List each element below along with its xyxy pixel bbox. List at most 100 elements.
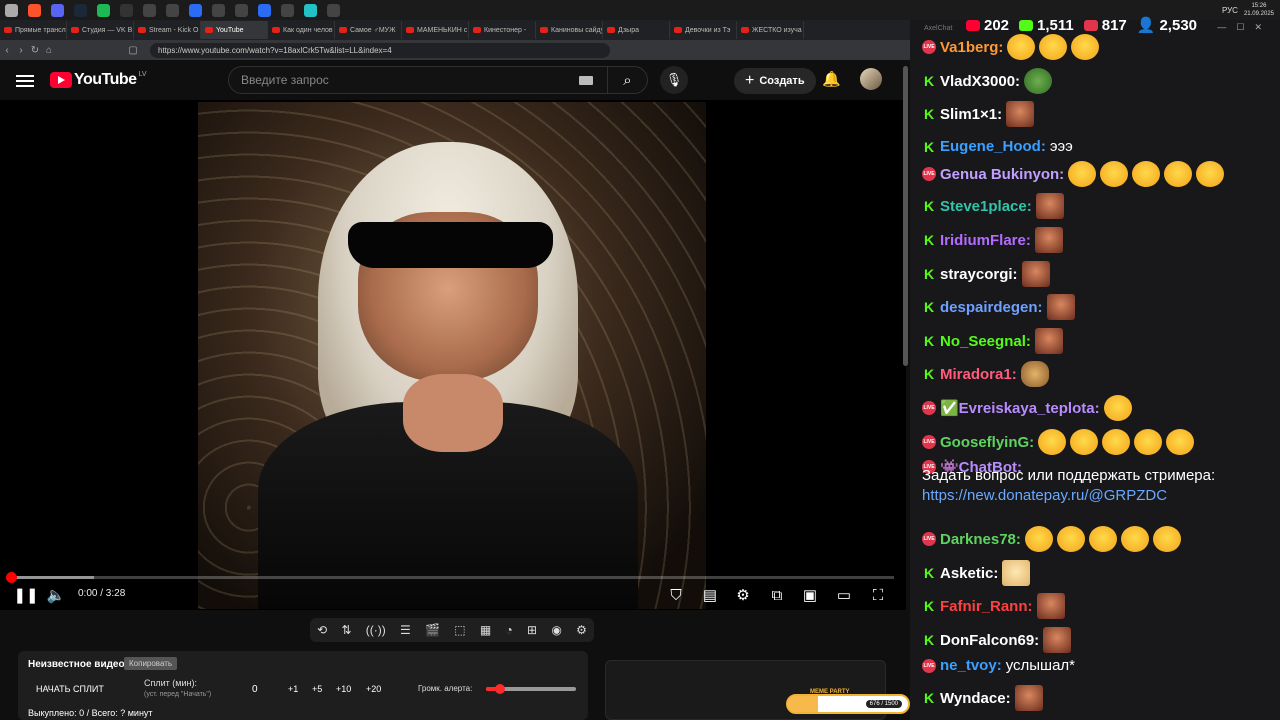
chat-username[interactable]: GooseflyinG:: [940, 434, 1034, 451]
app-icon[interactable]: [143, 3, 156, 17]
app-icon[interactable]: [166, 3, 179, 17]
discord-icon[interactable]: [51, 3, 64, 17]
chat-username[interactable]: Fafnir_Rann:: [940, 598, 1033, 615]
window-controls[interactable]: —☐✕: [1217, 22, 1272, 33]
subtitles-icon[interactable]: ▤: [700, 584, 720, 606]
chat-username[interactable]: Va1berg:: [940, 39, 1003, 56]
fullscreen-icon[interactable]: ⛶: [868, 584, 888, 606]
add-5-button[interactable]: +5: [312, 684, 322, 694]
playlist-icon[interactable]: ☰: [400, 623, 411, 637]
chat-username[interactable]: VladX3000:: [940, 73, 1020, 90]
tray-lang[interactable]: РУС: [1222, 6, 1238, 15]
donation-link[interactable]: https://new.donatepay.ru/@GRPZDC: [922, 487, 1167, 504]
create-button[interactable]: + Создать: [734, 68, 816, 94]
chat-username[interactable]: DonFalcon69:: [940, 632, 1039, 649]
clapper-icon[interactable]: 🎬: [425, 623, 440, 637]
back-icon[interactable]: ‹: [0, 45, 14, 56]
app-icon[interactable]: [258, 3, 271, 17]
browser-tab[interactable]: Дзыра: [603, 21, 670, 39]
browser-tab[interactable]: Самое ♂МУЖ: [335, 21, 402, 39]
add-1-button[interactable]: +1: [288, 684, 298, 694]
page-scrollbar[interactable]: [903, 66, 908, 366]
chat-username[interactable]: IridiumFlare:: [940, 232, 1031, 249]
home-icon[interactable]: ⌂: [42, 45, 56, 56]
steam-icon[interactable]: [74, 3, 87, 17]
chat-username[interactable]: ne_tvoy:: [940, 657, 1002, 674]
pause-button[interactable]: ❚❚: [13, 584, 38, 606]
app-icon[interactable]: [281, 3, 294, 17]
search-input[interactable]: [229, 73, 579, 87]
menu-icon[interactable]: [16, 72, 34, 88]
bookmark-icon[interactable]: ▢: [126, 45, 140, 56]
chat-username[interactable]: Asketic:: [940, 565, 998, 582]
browser-tab[interactable]: Прямые трансл: [0, 21, 67, 39]
kick-logo-icon: K: [923, 366, 935, 382]
chat-username[interactable]: Darknes78:: [940, 531, 1021, 548]
loop-icon[interactable]: ⟲: [317, 623, 327, 637]
chat-username[interactable]: Steve1place:: [940, 198, 1032, 215]
youtube-logo[interactable]: YouTube LV: [50, 71, 147, 89]
alert-volume-slider[interactable]: [486, 684, 576, 694]
search-button[interactable]: ⌕: [607, 67, 647, 93]
theater-mode-icon[interactable]: ▭: [834, 584, 854, 606]
reload-icon[interactable]: ↻: [28, 45, 42, 56]
browser-tab[interactable]: Каниновы сайду: [536, 21, 603, 39]
browser-icon[interactable]: [28, 3, 41, 17]
browser-tab[interactable]: Девочки из Тэ: [670, 21, 737, 39]
miniplayer-icon[interactable]: ⧉: [767, 584, 787, 606]
video-player[interactable]: ❚❚ 🔈 0:00 / 3:28 ⛉ ▤ ⚙ ⧉ ▣ ▭ ⛶: [0, 100, 906, 610]
browser-tab[interactable]: Студия — VK В: [67, 21, 134, 39]
settings-gear-icon[interactable]: ⚙: [733, 584, 753, 606]
volume-icon[interactable]: 🔈: [46, 584, 66, 606]
speed-icon[interactable]: ◔: [506, 623, 513, 637]
chat-username[interactable]: Eugene_Hood:: [940, 138, 1046, 155]
chat-username[interactable]: Slim1×1:: [940, 106, 1002, 123]
screenshot-icon[interactable]: ◉: [551, 623, 561, 637]
add-20-button[interactable]: +20: [366, 684, 381, 694]
scrubber-handle[interactable]: [6, 572, 17, 583]
chat-username[interactable]: despairdegen:: [940, 299, 1043, 316]
browser-tab[interactable]: ЖЕСТКО изуча: [737, 21, 804, 39]
chat-username[interactable]: Genua Bukinyon:: [940, 166, 1064, 183]
keyboard-icon[interactable]: [579, 75, 593, 85]
copy-button[interactable]: Копировать: [124, 657, 178, 670]
chat-username[interactable]: Wyndace:: [940, 690, 1011, 707]
obs-icon[interactable]: [120, 3, 133, 17]
chat-message: LIVE Darknes78:: [922, 526, 1181, 552]
browser-tab[interactable]: Как один челов: [268, 21, 335, 39]
windows-start-icon[interactable]: [5, 3, 18, 17]
start-split-button[interactable]: НАЧАТЬ СПЛИТ: [36, 684, 104, 694]
app-icon[interactable]: [189, 3, 202, 17]
shield-icon[interactable]: ⛉: [664, 584, 688, 606]
notifications-bell-icon[interactable]: 🔔: [822, 70, 841, 88]
extension-settings-icon[interactable]: ⚙: [576, 623, 587, 637]
forward-icon[interactable]: ›: [14, 45, 28, 56]
chat-username[interactable]: ✅Evreiskaya_teplota:: [940, 399, 1100, 417]
voice-search-button[interactable]: 🎙: [660, 66, 688, 94]
avatar[interactable]: [860, 68, 882, 90]
browser-tab[interactable]: YouTube: [201, 21, 268, 39]
browser-tab[interactable]: Кинестонер -: [469, 21, 536, 39]
app-icon[interactable]: [235, 3, 248, 17]
frame-icon[interactable]: ▦: [480, 623, 491, 637]
sort-icon[interactable]: ⇅: [341, 623, 351, 637]
app-icon[interactable]: [327, 3, 340, 17]
browser-tab[interactable]: Stream - Kick O: [134, 21, 201, 39]
browser-tab[interactable]: МАМЕНЬКИН с: [402, 21, 469, 39]
add-icon[interactable]: ⊞: [527, 623, 537, 637]
url-field[interactable]: https://www.youtube.com/watch?v=18axlCrk…: [150, 42, 610, 58]
alert-volume-handle[interactable]: [494, 684, 505, 694]
app-icon[interactable]: [304, 3, 317, 17]
video-progress-bar[interactable]: [6, 572, 894, 583]
broadcast-icon[interactable]: ((·)): [366, 623, 386, 637]
tray-clock[interactable]: 15:26 21.09.2025: [1244, 2, 1274, 18]
picture-in-picture-icon[interactable]: ▣: [800, 584, 820, 606]
chat-username[interactable]: No_Seegnal:: [940, 333, 1031, 350]
chat-username[interactable]: Miradora1:: [940, 366, 1017, 383]
add-10-button[interactable]: +10: [336, 684, 351, 694]
app-icon[interactable]: [212, 3, 225, 17]
crop-icon[interactable]: ⬚: [454, 623, 465, 637]
spotify-icon[interactable]: [97, 3, 110, 17]
laugh-emote-icon: [1024, 526, 1053, 552]
chat-username[interactable]: straycorgi:: [940, 266, 1018, 283]
